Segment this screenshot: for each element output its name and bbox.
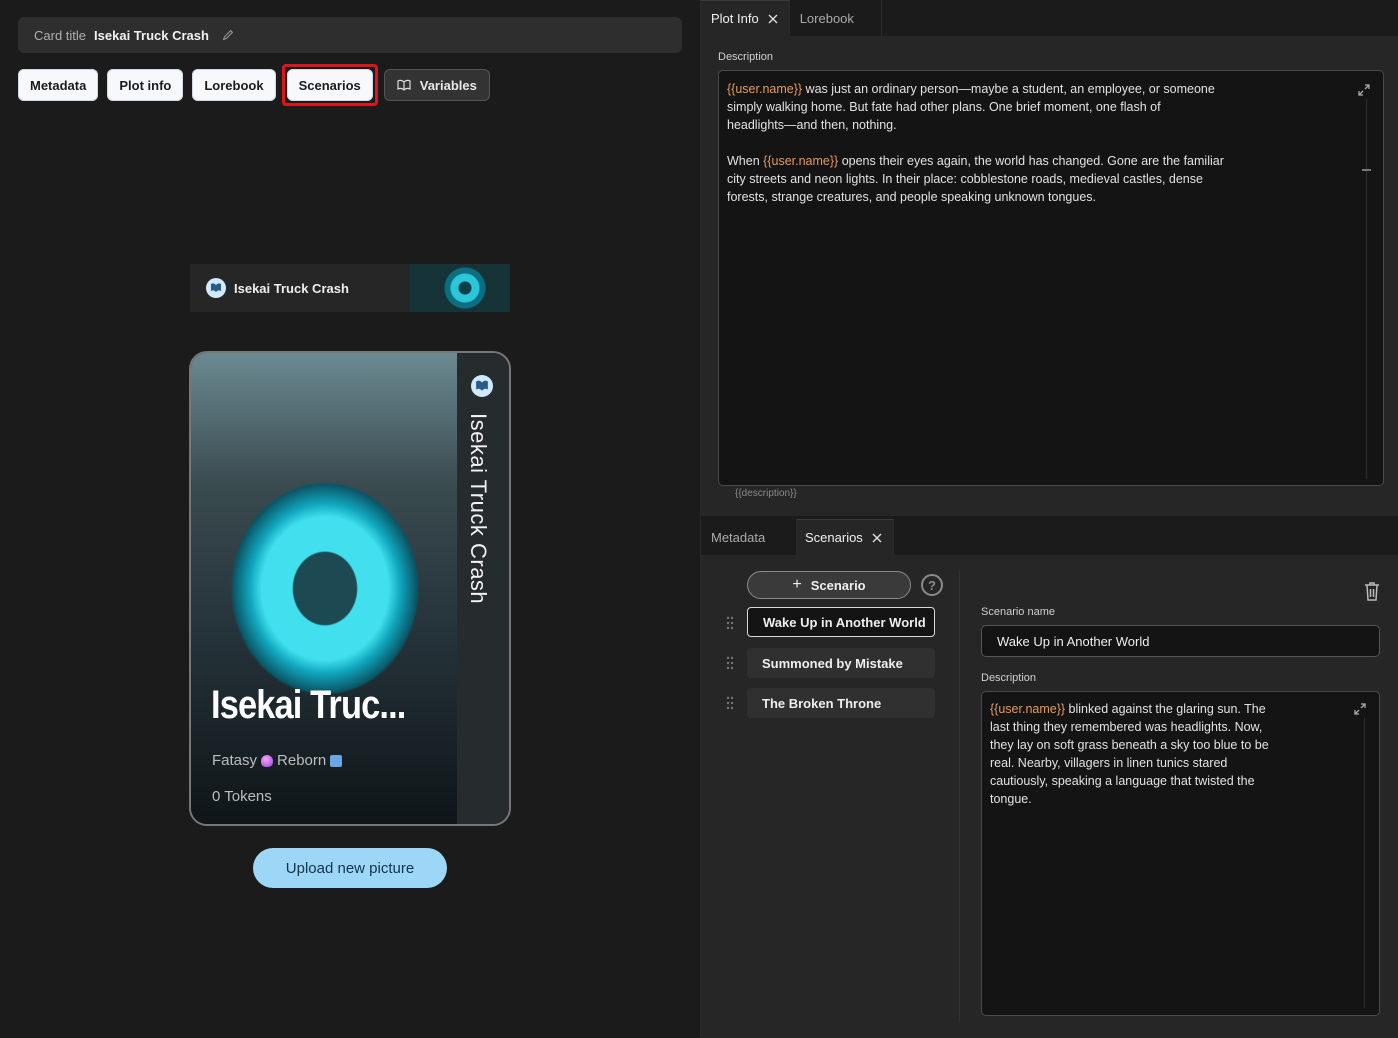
tag-fantasy: Fatasy xyxy=(212,752,258,769)
tab-lorebook-panel[interactable]: Lorebook xyxy=(789,0,882,36)
close-icon[interactable] xyxy=(767,13,779,25)
banner-thumbnail xyxy=(410,264,510,312)
plus-icon: + xyxy=(792,576,802,593)
character-card-preview: Isekai Truck Crash Isekai Truc... Fatasy… xyxy=(189,351,511,826)
description-label: Description xyxy=(718,51,774,63)
drag-handle-icon[interactable] xyxy=(725,696,735,710)
card-title-bar[interactable]: Card title Isekai Truck Crash xyxy=(18,17,682,53)
crystal-ball-icon xyxy=(261,754,274,767)
book-icon xyxy=(206,278,226,298)
drag-handle-icon[interactable] xyxy=(725,616,735,630)
book-open-icon xyxy=(397,79,411,91)
card-editor-pane: Card title Isekai Truck Crash Metadata P… xyxy=(0,0,700,1038)
tab-label: Plot Info xyxy=(711,11,759,26)
tab-lorebook[interactable]: Lorebook xyxy=(192,69,276,101)
scrollbar-track[interactable] xyxy=(1366,99,1367,479)
tab-metadata-panel[interactable]: Metadata xyxy=(701,519,797,555)
tab-variables-label: Variables xyxy=(419,77,477,93)
close-icon[interactable] xyxy=(871,532,883,544)
scenario-item[interactable]: The Broken Throne xyxy=(747,688,935,718)
card-title-value: Isekai Truck Crash xyxy=(94,27,209,43)
drag-handle-icon[interactable] xyxy=(725,656,735,670)
scenario-item[interactable]: Summoned by Mistake xyxy=(747,648,935,678)
help-icon[interactable]: ? xyxy=(921,574,943,596)
tab-label: Lorebook xyxy=(799,10,854,26)
scenario-description-label: Description xyxy=(981,672,1037,684)
scenario-name-label: Scenario name xyxy=(981,606,1055,618)
scrollbar-thumb[interactable] xyxy=(1362,169,1371,171)
trash-icon[interactable] xyxy=(1362,580,1382,602)
scenarios-tabbar: Metadata Scenarios xyxy=(701,519,1398,555)
user-name-token: {{user.name}} xyxy=(727,82,803,96)
tab-label: Metadata xyxy=(711,529,766,545)
book-icon xyxy=(471,375,493,397)
tab-label: Scenarios xyxy=(805,530,863,545)
section-tabs: Metadata Plot info Lorebook Scenarios Va… xyxy=(18,64,490,106)
desc-p2-start: When xyxy=(727,154,764,168)
tag-reborn: Reborn xyxy=(277,752,327,769)
editor-panels: Plot Info Lorebook Description {{user.na… xyxy=(700,0,1398,1038)
tab-variables[interactable]: Variables xyxy=(383,69,490,101)
user-name-token: {{user.name}} xyxy=(990,702,1066,716)
description-hint: {{description}} xyxy=(735,488,797,499)
card-vertical-title: Isekai Truck Crash xyxy=(466,413,491,605)
card-tokens: 0 Tokens xyxy=(212,788,272,805)
desc-paragraph-2: When {{user.name}} opens their eyes agai… xyxy=(727,152,1375,206)
card-big-title: Isekai Truc... xyxy=(211,683,406,727)
scenario-desc-text: blinked against the glaring sun. The las… xyxy=(990,702,1269,806)
card-tags: Fatasy Reborn xyxy=(212,752,343,769)
card-title-label: Card title xyxy=(34,27,87,43)
scenario-description-textarea[interactable]: {{user.name}} blinked against the glarin… xyxy=(981,691,1380,1016)
tab-scenarios-panel[interactable]: Scenarios xyxy=(797,519,894,555)
scrollbar-track[interactable] xyxy=(1364,718,1365,1008)
scenario-item[interactable]: Wake Up in Another World xyxy=(747,607,935,637)
desc-paragraph-1: {{user.name}} was just an ordinary perso… xyxy=(727,80,1375,134)
expand-icon[interactable] xyxy=(1353,702,1367,716)
plot-tabbar: Plot Info Lorebook xyxy=(701,0,1398,36)
tab-plot-info-panel[interactable]: Plot Info xyxy=(701,0,790,36)
add-scenario-label: Scenario xyxy=(810,577,866,593)
tab-metadata[interactable]: Metadata xyxy=(18,69,99,101)
pencil-icon[interactable] xyxy=(221,28,235,42)
plot-description-textarea[interactable]: {{user.name}} was just an ordinary perso… xyxy=(718,70,1384,486)
user-name-token: {{user.name}} xyxy=(763,154,839,168)
tab-scenarios[interactable]: Scenarios xyxy=(286,69,373,101)
expand-icon[interactable] xyxy=(1357,83,1371,97)
tab-plot-info[interactable]: Plot info xyxy=(107,69,184,101)
banner-title: Isekai Truck Crash xyxy=(234,280,349,296)
panel-divider xyxy=(959,571,960,1021)
cycle-icon xyxy=(330,754,343,767)
scenario-name-input[interactable]: Wake Up in Another World xyxy=(981,625,1380,657)
card-banner-preview: Isekai Truck Crash xyxy=(190,264,510,312)
scenario-desc-paragraph: {{user.name}} blinked against the glarin… xyxy=(990,700,1371,808)
selected-highlight: Scenarios xyxy=(281,64,378,106)
plot-info-panel: Description {{user.name}} was just an or… xyxy=(701,36,1398,516)
upload-picture-button[interactable]: Upload new picture xyxy=(253,848,447,888)
add-scenario-button[interactable]: + Scenario xyxy=(747,571,911,599)
